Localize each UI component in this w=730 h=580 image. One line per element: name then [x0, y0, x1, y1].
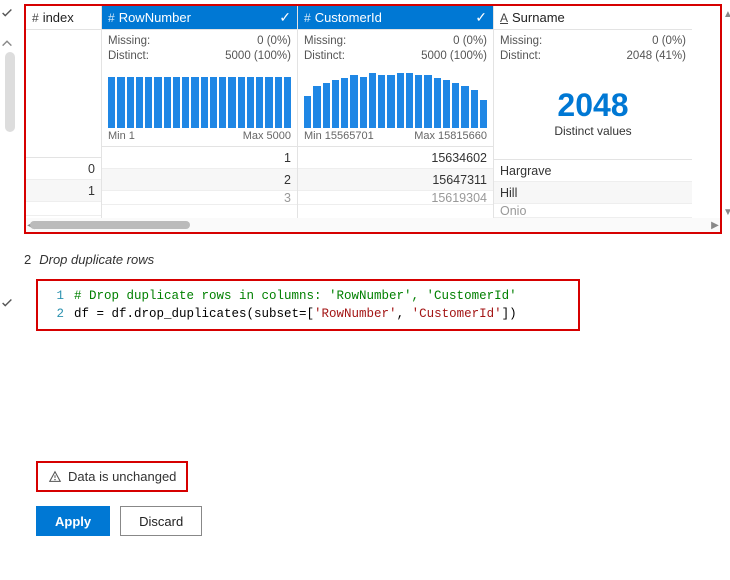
vertical-scrollbar[interactable]: ▲ ▼: [722, 8, 730, 218]
scrollbar-thumb[interactable]: [30, 221, 190, 229]
code-editor[interactable]: 1 # Drop duplicate rows in columns: 'Row…: [36, 279, 580, 331]
apply-button[interactable]: Apply: [36, 506, 110, 536]
code-line: 2 df = df.drop_duplicates(subset=['RowNu…: [46, 305, 570, 323]
scroll-right-icon[interactable]: ▶: [708, 218, 722, 232]
column-rownumber: # RowNumber ✓ Missing:0 (0%) Distinct:50…: [102, 6, 298, 218]
column-name: index: [43, 10, 74, 25]
table-cell: 1: [102, 147, 297, 169]
column-header-surname[interactable]: A Surname: [494, 6, 692, 30]
index-cell: 1: [26, 180, 101, 202]
distinct-summary: 2048 Distinct values: [494, 66, 692, 160]
scroll-up-icon[interactable]: ▲: [722, 8, 730, 20]
gutter: [0, 0, 20, 580]
table-cell: Hargrave: [494, 160, 692, 182]
index-cell: 0: [26, 158, 101, 180]
column-name: Surname: [512, 10, 565, 25]
column-customerid: # CustomerId ✓ Missing:0 (0%) Distinct:5…: [298, 6, 494, 218]
table-cell: 15634602: [298, 147, 493, 169]
table-cell: 2: [102, 169, 297, 191]
column-header-customerid[interactable]: # CustomerId ✓: [298, 6, 493, 30]
gutter-scrollbar-thumb[interactable]: [5, 52, 15, 132]
column-stats: Missing:0 (0%) Distinct:2048 (41%): [494, 30, 692, 66]
table-cell: 15619304: [298, 191, 493, 205]
column-stats: Missing:0 (0%) Distinct:5000 (100%): [102, 30, 297, 66]
column-name: RowNumber: [119, 10, 191, 25]
line-number: 1: [46, 287, 64, 305]
step-number: 2: [24, 252, 31, 267]
column-stats: Missing:0 (0%) Distinct:5000 (100%): [298, 30, 493, 66]
step-title: Drop duplicate rows: [39, 252, 154, 267]
text-icon: A: [500, 11, 508, 25]
data-preview: # index 0 1 # RowNumber ✓ Missing:0 (0%)…: [24, 4, 722, 234]
scroll-down-icon[interactable]: ▼: [722, 206, 730, 218]
code-text: df = df.drop_duplicates(subset=['RowNumb…: [74, 305, 517, 323]
discard-button[interactable]: Discard: [120, 506, 202, 536]
warning-icon: [48, 470, 62, 484]
numeric-icon: #: [108, 11, 115, 25]
table-cell: 3: [102, 191, 297, 205]
step-complete-icon: [0, 296, 14, 310]
column-name: CustomerId: [315, 10, 382, 25]
column-surname: A Surname Missing:0 (0%) Distinct:2048 (…: [494, 6, 692, 218]
histogram-customerid: [298, 66, 493, 128]
table-cell: Onio: [494, 204, 692, 218]
table-cell: Hill: [494, 182, 692, 204]
range-labels: Min 1 Max 5000: [102, 128, 297, 147]
numeric-icon: #: [32, 11, 39, 25]
step-header: 2 Drop duplicate rows: [24, 252, 722, 267]
column-index: # index 0 1: [26, 6, 102, 218]
chevron-up-icon: [0, 36, 14, 50]
check-icon: ✓: [279, 9, 291, 26]
index-cell: [26, 202, 101, 216]
status-banner: Data is unchanged: [36, 461, 188, 492]
check-icon: ✓: [475, 9, 487, 26]
numeric-icon: #: [304, 11, 311, 25]
column-header-index[interactable]: # index: [26, 6, 101, 30]
horizontal-scrollbar[interactable]: ◀ ▶: [26, 218, 720, 232]
range-labels: Min 15565701 Max 15815660: [298, 128, 493, 147]
step-complete-icon: [0, 6, 14, 20]
table-cell: 15647311: [298, 169, 493, 191]
code-line: 1 # Drop duplicate rows in columns: 'Row…: [46, 287, 570, 305]
code-comment: # Drop duplicate rows in columns: 'RowNu…: [74, 287, 517, 305]
status-text: Data is unchanged: [68, 469, 176, 484]
histogram-rownumber: [102, 66, 297, 128]
line-number: 2: [46, 305, 64, 323]
button-bar: Apply Discard: [36, 506, 722, 536]
main-content: # index 0 1 # RowNumber ✓ Missing:0 (0%)…: [20, 0, 730, 580]
column-header-rownumber[interactable]: # RowNumber ✓: [102, 6, 297, 30]
